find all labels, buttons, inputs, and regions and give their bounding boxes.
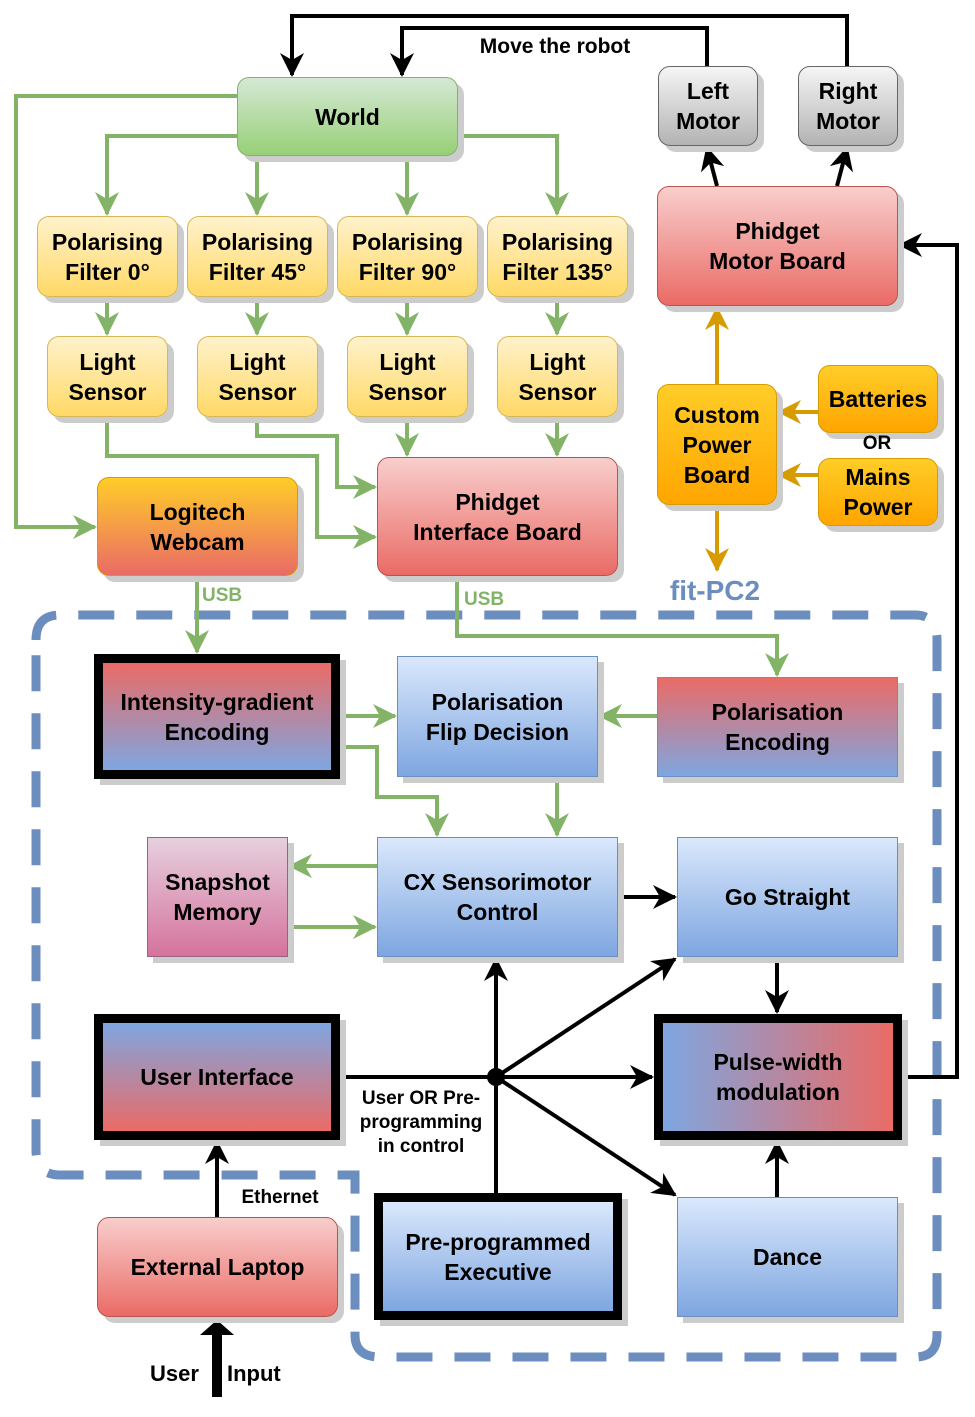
node-filter-0: Polarising Filter 0° <box>37 216 178 297</box>
node-go-straight: Go Straight <box>677 837 898 957</box>
control-label: User OR Pre- programming in control <box>359 1088 483 1157</box>
node-user-interface: User Interface <box>94 1014 340 1140</box>
node-light-sensor: Light Sensor <box>347 336 468 417</box>
usb-label: USB <box>464 589 505 610</box>
node-flip-decision: Polarisation Flip Decision <box>397 656 598 777</box>
node-left-motor: Left Motor <box>658 66 758 146</box>
node-preprogrammed-executive: Pre-programmed Executive <box>374 1193 622 1320</box>
usb-label: USB <box>202 585 243 606</box>
node-pwm: Pulse-width modulation <box>654 1014 902 1140</box>
input-label: Input <box>227 1361 281 1386</box>
node-intensity-encoding: Intensity-gradient Encoding <box>94 654 340 779</box>
or-label: OR <box>862 433 892 454</box>
node-motor-board: Phidget Motor Board <box>657 186 898 306</box>
node-dance: Dance <box>677 1197 898 1317</box>
node-cx-control: CX Sensorimotor Control <box>377 837 618 957</box>
node-light-sensor: Light Sensor <box>497 336 618 417</box>
node-polarisation-encoding: Polarisation Encoding <box>657 677 898 777</box>
ethernet-label: Ethernet <box>241 1187 319 1208</box>
user-label: User <box>150 1361 199 1386</box>
node-webcam: Logitech Webcam <box>97 477 298 576</box>
node-right-motor: Right Motor <box>798 66 898 146</box>
node-interface-board: Phidget Interface Board <box>377 457 618 576</box>
move-robot-label: Move the robot <box>479 35 631 58</box>
node-external-laptop: External Laptop <box>97 1217 338 1317</box>
system-diagram: World Polarising Filter 0° Polarising Fi… <box>0 0 975 1417</box>
node-light-sensor: Light Sensor <box>197 336 318 417</box>
node-world: World <box>237 77 458 156</box>
node-filter-135: Polarising Filter 135° <box>487 216 628 297</box>
node-power-board: Custom Power Board <box>657 384 777 505</box>
node-batteries: Batteries <box>818 365 938 433</box>
node-filter-45: Polarising Filter 45° <box>187 216 328 297</box>
node-mains-power: Mains Power <box>818 458 938 526</box>
fit-pc2-label: fit-PC2 <box>669 575 761 606</box>
node-filter-90: Polarising Filter 90° <box>337 216 478 297</box>
node-light-sensor: Light Sensor <box>47 336 168 417</box>
node-snapshot-memory: Snapshot Memory <box>147 837 288 957</box>
